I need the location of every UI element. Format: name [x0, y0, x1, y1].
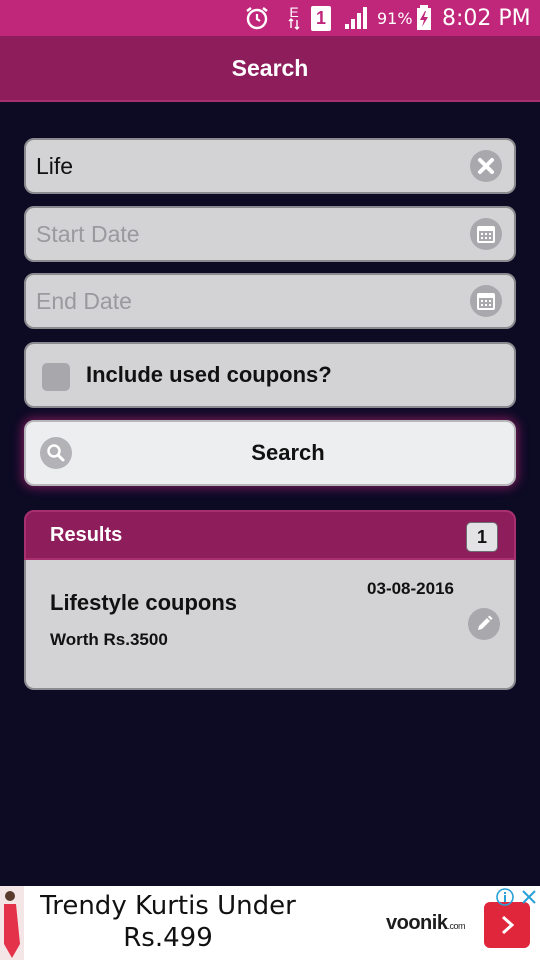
search-button-label: Search — [251, 440, 325, 465]
battery-percent: 91% — [377, 8, 413, 28]
end-date-field[interactable]: End Date — [24, 273, 516, 329]
data-arrows-icon: E — [288, 0, 300, 36]
list-item[interactable]: Lifestyle coupons Worth Rs.3500 03-08-20… — [24, 560, 516, 690]
info-icon[interactable] — [496, 888, 514, 906]
app-header: Search — [0, 36, 540, 102]
status-bar: E 1 91% 8:02 PM — [0, 0, 540, 36]
signal-icon — [344, 0, 370, 36]
calendar-icon[interactable] — [470, 218, 502, 250]
ad-product-image[interactable] — [0, 886, 24, 960]
search-query-field[interactable]: Life — [24, 138, 516, 194]
results-count-badge: 1 — [466, 522, 498, 552]
include-used-checkbox[interactable] — [42, 363, 70, 391]
ad-headline[interactable]: Trendy Kurtis Under Rs.499 — [30, 890, 306, 954]
network-type-label: E — [289, 4, 299, 20]
ad-brand-name: voonik — [386, 912, 448, 934]
edit-icon[interactable] — [468, 608, 500, 640]
start-date-input[interactable]: Start Date — [36, 208, 140, 260]
ad-brand-logo[interactable]: voonik.com — [386, 912, 465, 935]
ad-brand-suffix: .com — [447, 921, 465, 931]
calendar-icon[interactable] — [470, 285, 502, 317]
end-date-input[interactable]: End Date — [36, 275, 132, 327]
include-used-checkbox-row[interactable]: Include used coupons? — [24, 342, 516, 408]
result-worth: Worth Rs.3500 — [50, 630, 168, 649]
ad-banner[interactable]: Trendy Kurtis Under Rs.499 voonik.com — [0, 886, 540, 960]
result-title: Lifestyle coupons — [50, 590, 238, 615]
search-button[interactable]: Search — [24, 420, 516, 486]
battery-charging-icon — [416, 0, 432, 36]
chevron-right-icon[interactable] — [484, 902, 530, 948]
results-title: Results — [50, 523, 123, 546]
search-query-input[interactable]: Life — [36, 140, 73, 192]
sim-icon: 1 — [311, 0, 331, 36]
result-date: 03-08-2016 — [367, 579, 454, 598]
clear-icon[interactable] — [470, 150, 502, 182]
status-time: 8:02 PM — [442, 5, 531, 31]
page-title: Search — [231, 54, 309, 81]
start-date-field[interactable]: Start Date — [24, 206, 516, 262]
results-header: Results 1 — [24, 510, 516, 560]
include-used-label: Include used coupons? — [86, 362, 332, 387]
sim-slot-label: 1 — [311, 5, 331, 31]
close-icon[interactable] — [520, 888, 538, 906]
alarm-icon — [244, 0, 270, 36]
